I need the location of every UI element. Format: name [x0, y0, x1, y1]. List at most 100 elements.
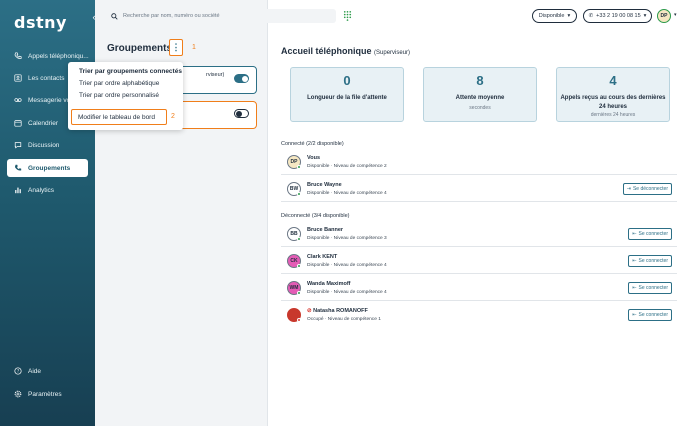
- stat-card-avg-wait: 8 Attente moyenne secondes: [423, 67, 537, 122]
- caret-down-icon[interactable]: ▾: [674, 12, 677, 18]
- group-toggle[interactable]: [234, 109, 249, 118]
- agent-name: Bruce Banner: [307, 227, 344, 233]
- sidebar-item-label: Les contacts: [28, 74, 65, 82]
- menu-item-sort-connected[interactable]: Trier par groupements connectés: [79, 68, 182, 75]
- login-icon: ⇤: [632, 285, 637, 291]
- user-avatar[interactable]: DP: [657, 9, 671, 23]
- connect-button[interactable]: ⇤ Se connecter: [628, 282, 672, 294]
- agent-name-text: Natasha ROMANOFF: [313, 308, 368, 314]
- agent-status: Disponible · Niveau de compétence 3: [307, 236, 387, 241]
- status-dot: [297, 165, 301, 169]
- search-icon: [111, 12, 118, 20]
- panel-title: Groupements: [107, 43, 173, 54]
- search-placeholder: Recherche par nom, numéro ou société: [123, 13, 220, 19]
- avatar-initials: DP: [290, 159, 298, 165]
- search-input[interactable]: Recherche par nom, numéro ou société: [106, 9, 336, 23]
- avatar-initials: BW: [289, 186, 299, 192]
- chat-icon: [13, 141, 22, 150]
- svg-text:?: ?: [16, 369, 18, 374]
- caret-down-icon: ▾: [567, 13, 571, 19]
- agent-name: Vous: [307, 155, 321, 161]
- group-toggle[interactable]: [234, 74, 249, 83]
- menu-item-sort-alpha[interactable]: Trier par ordre alphabétique: [79, 80, 159, 87]
- sort-options-menu: Trier par groupements connectés Trier pa…: [68, 62, 183, 130]
- agent-status: Disponible · Niveau de compétence 2: [307, 164, 387, 169]
- connect-button[interactable]: ⇤ Se connecter: [628, 228, 672, 240]
- sidebar-item-label: Discussion: [28, 141, 60, 149]
- settings-icon: [13, 390, 22, 399]
- status-dot: [297, 291, 301, 295]
- caret-down-icon: ▾: [643, 13, 647, 19]
- logout-icon: ⇥: [626, 186, 631, 192]
- page-title: Accueil téléphonique (Superviseur): [281, 46, 410, 56]
- status-dot: [297, 192, 301, 196]
- phone-icon: [13, 52, 22, 61]
- sidebar-item-label: Appels téléphoniqu...: [28, 52, 89, 60]
- calendar-icon: [13, 119, 22, 128]
- sidebar-item-help[interactable]: ? Aide: [7, 362, 89, 380]
- annotation-step-1: 1: [192, 44, 196, 51]
- button-label: Se déconnecter: [632, 186, 668, 192]
- sidebar-item-discussion[interactable]: Discussion: [7, 136, 89, 154]
- avatar: BB: [287, 227, 301, 241]
- agent-name: Bruce Wayne: [307, 182, 342, 188]
- button-label: Se connecter: [638, 231, 668, 237]
- sidebar-item-analytics[interactable]: Analytics: [7, 181, 89, 199]
- sidebar-item-label: Calendrier: [28, 119, 58, 127]
- phone-line-dropdown[interactable]: ✆ +33 2 19 00 08 15 ▾: [583, 9, 652, 23]
- agent-status: Disponible · Niveau de compétence 4: [307, 191, 387, 196]
- connect-button[interactable]: ⇤ Se connecter: [628, 309, 672, 321]
- avatar-initials: BB: [290, 231, 298, 237]
- agent-row: WM Wanda Maximoff Disponible · Niveau de…: [281, 275, 677, 301]
- button-label: Se connecter: [638, 285, 668, 291]
- stat-value: 4: [609, 73, 617, 88]
- group-phone-icon: [13, 164, 22, 173]
- status-dot: [297, 264, 301, 268]
- sidebar-item-label: Paramètres: [28, 390, 62, 398]
- stat-label: Appels reçus au cours des dernières 24 h…: [560, 95, 666, 110]
- voicemail-icon: [13, 96, 22, 105]
- disconnected-section-title: Déconnecté (3/4 disponible): [281, 213, 350, 219]
- connect-button[interactable]: ⇤ Se connecter: [628, 255, 672, 267]
- avatar-initials: CK: [290, 258, 298, 264]
- avatar: WM: [287, 281, 301, 295]
- agent-name: Wanda Maximoff: [307, 281, 351, 287]
- login-icon: ⇤: [632, 231, 637, 237]
- chart-icon: [13, 186, 22, 195]
- help-icon: ?: [13, 367, 22, 376]
- sidebar-item-label: Groupements: [28, 164, 71, 172]
- stat-value: 8: [476, 73, 484, 88]
- stat-sub: dernières 24 heures: [590, 112, 636, 118]
- dialpad-icon[interactable]: [342, 10, 353, 21]
- avatar: DP: [287, 155, 301, 169]
- group-card-label: rviseur): [206, 72, 225, 78]
- more-options-icon[interactable]: ⋮: [169, 39, 183, 56]
- avatar: CK: [287, 254, 301, 268]
- menu-item-modify-dashboard[interactable]: Modifier le tableau de bord: [78, 114, 155, 121]
- agent-row: CK Clark KENT Disponible · Niveau de com…: [281, 248, 677, 274]
- status-dot: [297, 237, 301, 241]
- disconnect-button[interactable]: ⇥ Se déconnecter: [622, 183, 672, 195]
- stat-label: Attente moyenne: [455, 95, 505, 101]
- availability-label: Disponible: [538, 13, 565, 19]
- stat-card-queue-length: 0 Longueur de la file d'attente: [290, 67, 404, 122]
- login-icon: ⇤: [632, 258, 637, 264]
- agent-row: BW Bruce Wayne Disponible · Niveau de co…: [281, 176, 677, 202]
- agent-status: Disponible · Niveau de compétence 4: [307, 263, 387, 268]
- phone-line-label: +33 2 19 00 08 15: [596, 13, 641, 19]
- button-label: Se connecter: [638, 258, 668, 264]
- stat-value: 0: [343, 73, 351, 88]
- agent-row: ⊘ Natasha ROMANOFF Occupé · Niveau de co…: [281, 302, 677, 328]
- availability-dropdown[interactable]: Disponible ▾: [532, 9, 577, 23]
- stat-label: Longueur de la file d'attente: [307, 95, 387, 101]
- agent-status: Disponible · Niveau de compétence 4: [307, 290, 387, 295]
- page-title-sub: (Superviseur): [374, 50, 411, 56]
- sidebar-item-settings[interactable]: Paramètres: [7, 385, 89, 403]
- agent-status: Occupé · Niveau de compétence 1: [307, 317, 381, 322]
- menu-item-sort-custom[interactable]: Trier par ordre personnalisé: [79, 92, 159, 99]
- agent-row: DP Vous Disponible · Niveau de compétenc…: [281, 149, 677, 175]
- contacts-icon: [13, 74, 22, 83]
- sidebar-item-groupements[interactable]: Groupements: [7, 159, 88, 177]
- connected-section-title: Connecté (2/2 disponible): [281, 141, 344, 147]
- sidebar-item-label: Aide: [28, 367, 42, 375]
